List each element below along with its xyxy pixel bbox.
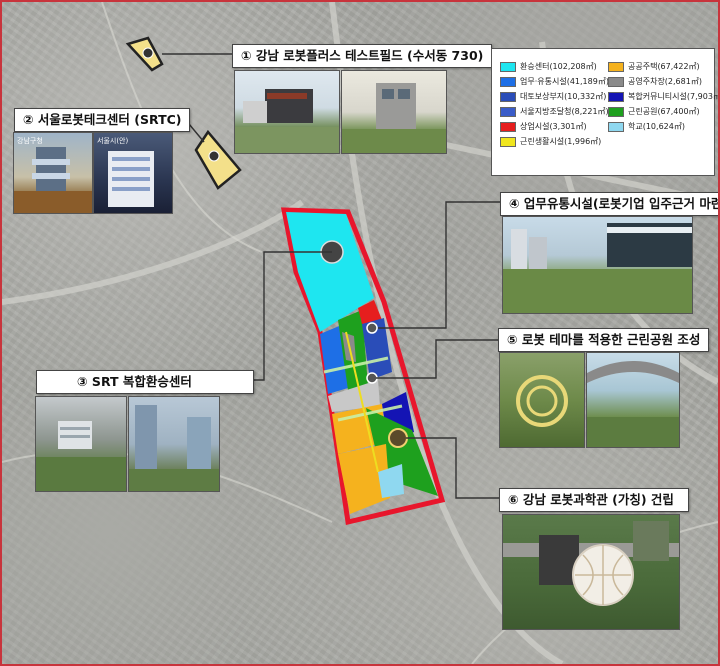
label-site-5: ⑤ 로봇 테마를 적용한 근린공원 조성 (498, 328, 710, 352)
label-site-4: ④ 업무유통시설(로봇기업 입주근거 마련) (500, 192, 718, 216)
photo-testfield-2 (341, 70, 447, 154)
label-site-6: ⑥ 강남 로봇과학관 (가칭) 건립 (499, 488, 689, 512)
label-site-2: ② 서울로봇테크센터 (SRTC) (14, 108, 191, 132)
photo-testfield-1 (234, 70, 340, 154)
photo-srtc-right: 서울시(안) (93, 132, 173, 214)
legend-item: 근린공원(67,400㎡) (608, 106, 700, 117)
photo-srtc-left: 강남구청 (13, 132, 93, 214)
marker-6 (388, 428, 408, 448)
legend-item: 업무·유통시설(41,189㎡) (500, 76, 609, 87)
photo-science-museum (502, 514, 680, 630)
legend-item: 공공주택(67,422㎡) (608, 61, 700, 72)
legend-item: 서울지방조달청(8,221㎡) (500, 106, 609, 117)
marker-5 (366, 372, 378, 384)
srtc-right-caption: 서울시(안) (97, 137, 129, 145)
legend-item: 학교(10,624㎡) (608, 121, 685, 132)
marker-4 (366, 322, 378, 334)
legend-item: 상업시설(3,301㎡) (500, 121, 587, 132)
photo-park-1 (499, 352, 585, 448)
label-site-3: ③ SRT 복합환승센터 (36, 370, 254, 394)
legend-item: 공영주차장(2,681㎡) (608, 76, 702, 87)
photo-srt-1 (35, 396, 127, 492)
photo-business (502, 216, 693, 314)
label-site-1: ① 강남 로봇플러스 테스트필드 (수서동 730) (232, 44, 493, 68)
legend-item: 복합커뮤니티시설(7,903㎡) (608, 91, 718, 102)
legend-item: 대토보상부지(10,332㎡) (500, 91, 606, 102)
photo-park-2 (586, 352, 680, 448)
map-legend: 환승센터(102,208㎡) 공공주택(67,422㎡) 업무·유통시설(41,… (491, 48, 718, 176)
srtc-left-caption: 강남구청 (17, 137, 43, 145)
legend-item: 근린생활시설(1,996㎡) (500, 136, 601, 147)
photo-srt-2 (128, 396, 220, 492)
map-frame: ① 강남 로봇플러스 테스트필드 (수서동 730) ② 서울로봇테크센터 (S… (0, 0, 720, 666)
legend-item: 환승센터(102,208㎡) (500, 61, 597, 72)
